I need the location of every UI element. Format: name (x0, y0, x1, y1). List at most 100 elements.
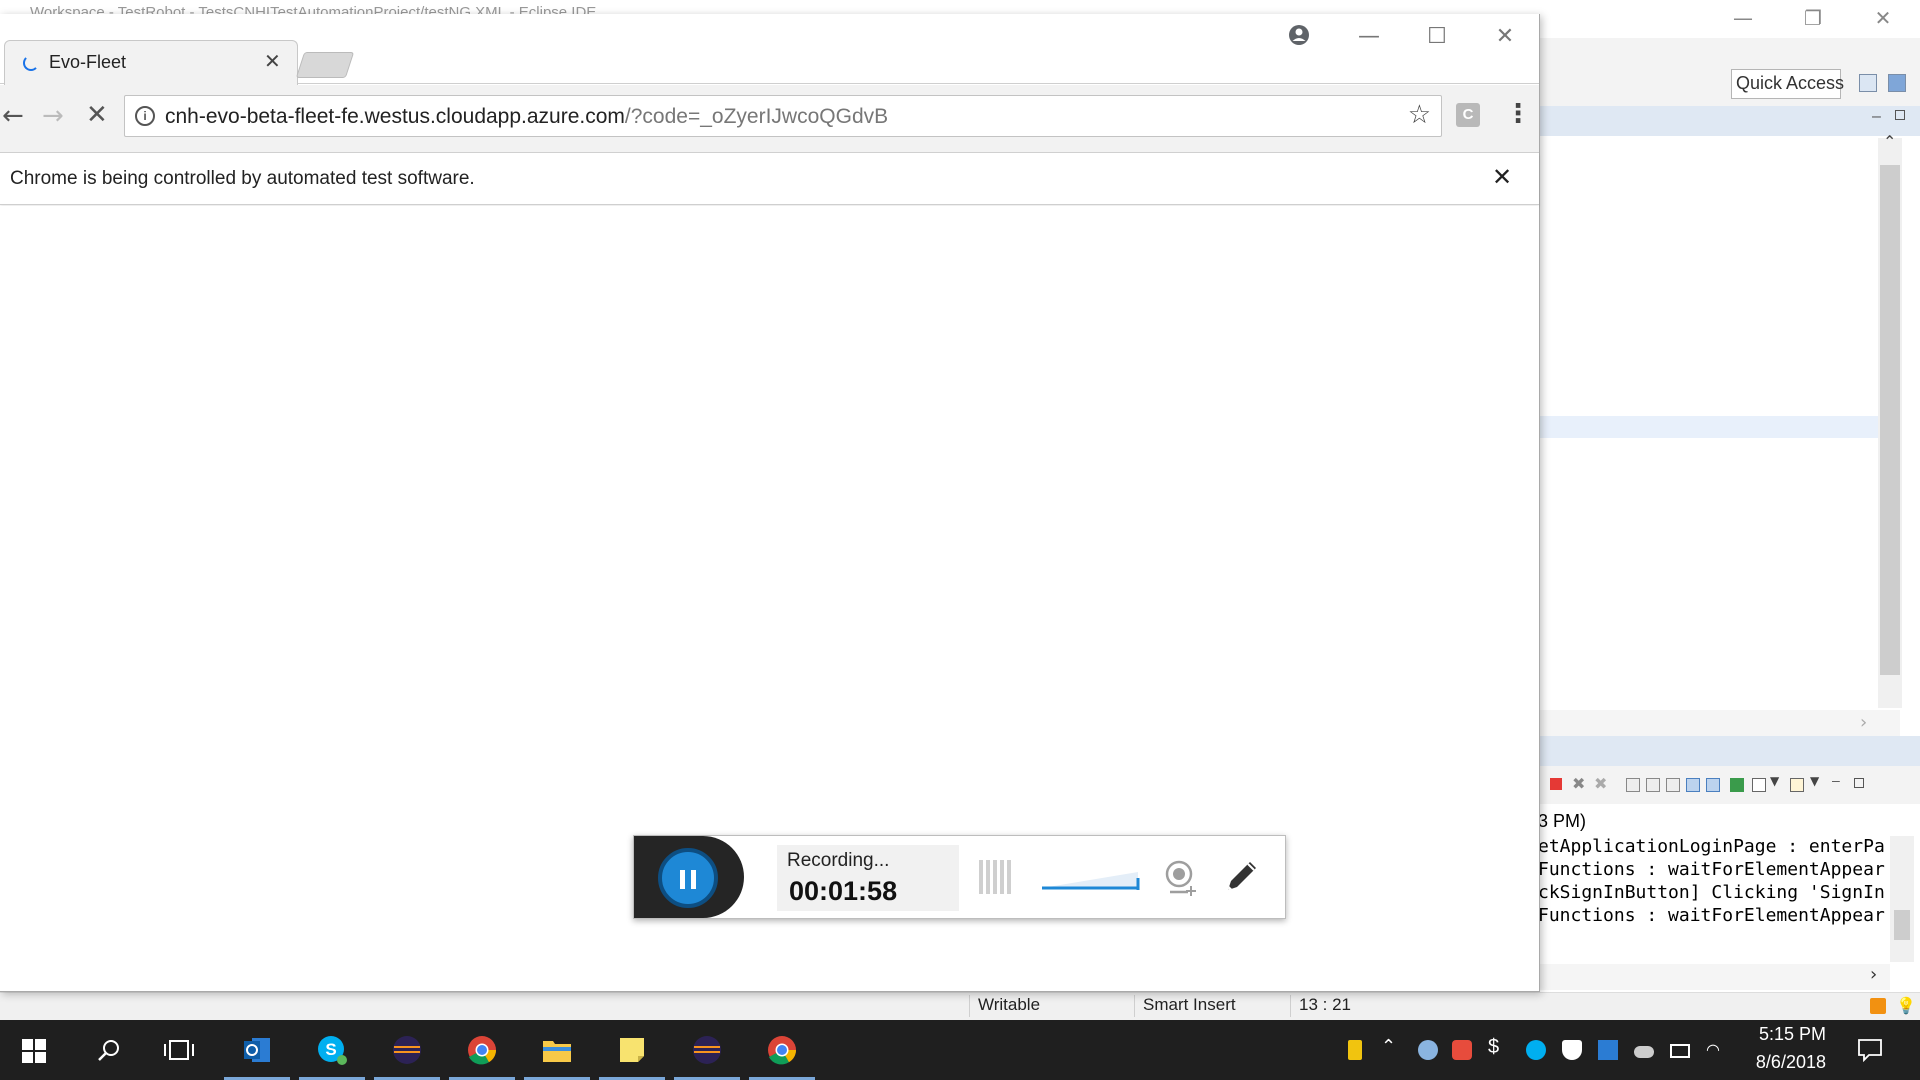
pause-icon (680, 870, 685, 889)
editor-scroll-thumb[interactable] (1880, 165, 1900, 675)
console-line: etApplicationLoginPage : enterPa (1538, 836, 1885, 857)
console-horizontal-scrollbar[interactable]: › (1540, 964, 1890, 990)
recorder-tray-icon[interactable] (1452, 1040, 1472, 1060)
file-explorer-icon (543, 1041, 571, 1062)
recording-label: Recording... (787, 850, 890, 871)
open-perspective-icon[interactable] (1859, 74, 1877, 92)
open-console-icon[interactable] (1790, 778, 1804, 792)
taskbar-skype[interactable]: S (295, 1020, 369, 1080)
profile-icon[interactable] (1288, 24, 1310, 46)
onedrive-icon[interactable] (1634, 1046, 1654, 1058)
address-bar[interactable]: i cnh-evo-beta-fleet-fe.westus.cloudapp.… (124, 95, 1442, 137)
new-tab-button[interactable] (295, 52, 355, 78)
chrome-maximize-button[interactable]: ☐ (1414, 22, 1460, 52)
pause-icon (691, 870, 696, 889)
site-info-icon[interactable]: i (135, 106, 155, 126)
windows-start-icon[interactable] (22, 1039, 46, 1063)
forward-button[interactable]: → (42, 103, 64, 129)
chevron-down-icon[interactable]: ▼ (1810, 774, 1824, 788)
eclipse-restore-button[interactable]: ❐ (1790, 4, 1836, 32)
taskbar-eclipse[interactable] (370, 1020, 444, 1080)
back-button[interactable]: ← (2, 103, 24, 129)
taskbar-clock-time[interactable]: 5:15 PM (1748, 1024, 1826, 1045)
editor-minimize-icon[interactable]: – (1872, 108, 1881, 126)
console-line: Functions : waitForElementAppear (1538, 905, 1885, 926)
remove-all-icon[interactable]: ✖ (1594, 774, 1608, 793)
stop-loading-button[interactable]: ✕ (86, 102, 108, 128)
tab-close-icon[interactable]: ✕ (264, 49, 281, 73)
taskbar-chrome[interactable] (445, 1020, 519, 1080)
scroll-lock-icon[interactable] (1626, 778, 1640, 792)
chrome-tabstrip: Evo-Fleet ✕ — ☐ ✕ (0, 14, 1539, 85)
infobar-close-icon[interactable]: ✕ (1492, 163, 1512, 191)
network-globe-icon[interactable] (1418, 1040, 1438, 1060)
status-insert-mode: Smart Insert (1134, 995, 1290, 1017)
scroll-right-icon[interactable]: › (1860, 712, 1867, 733)
pin-console-icon[interactable] (1730, 778, 1744, 792)
extension-icon[interactable]: C (1456, 103, 1480, 127)
defender-shield-icon[interactable] (1562, 1040, 1582, 1060)
url-text[interactable]: cnh-evo-beta-fleet-fe.westus.cloudapp.az… (165, 105, 888, 129)
console-maximize-icon[interactable] (1854, 778, 1864, 788)
taskbar-sticky-notes[interactable] (595, 1020, 669, 1080)
console-timestamp: 3 PM) (1538, 811, 1587, 831)
pause-button[interactable] (658, 848, 718, 908)
lightbulb-icon[interactable]: 💡 (1896, 996, 1916, 1015)
show-stderr-icon[interactable] (1706, 778, 1720, 792)
battery-icon[interactable] (1670, 1044, 1690, 1058)
terminate-icon[interactable] (1550, 778, 1562, 790)
taskbar-file-explorer[interactable] (520, 1020, 594, 1080)
url-host: cnh-evo-beta-fleet-fe.westus.cloudapp.az… (165, 105, 625, 128)
outlook-tray-icon[interactable] (1598, 1040, 1618, 1060)
automation-infobar: Chrome is being controlled by automated … (0, 153, 1539, 205)
action-center-icon[interactable] (1857, 1038, 1883, 1062)
console-scroll-thumb[interactable] (1894, 910, 1910, 940)
taskbar-clock-date[interactable]: 8/6/2018 (1748, 1052, 1826, 1073)
rss-icon[interactable] (1870, 998, 1886, 1014)
taskbar-chrome-2[interactable] (745, 1020, 819, 1080)
editor-maximize-icon[interactable] (1895, 110, 1905, 120)
display-console-icon[interactable] (1752, 778, 1766, 792)
chrome-close-button[interactable]: ✕ (1482, 22, 1528, 52)
browser-tab[interactable]: Evo-Fleet ✕ (4, 40, 298, 85)
editor-horizontal-scrollbar[interactable]: › (1540, 710, 1900, 738)
bookmark-star-icon[interactable]: ☆ (1408, 100, 1431, 130)
security-shield-icon[interactable] (1348, 1040, 1362, 1060)
search-icon[interactable] (97, 1038, 121, 1062)
dollar-icon[interactable]: $ (1488, 1036, 1508, 1058)
chevron-up-icon[interactable]: ⌃ (1381, 1036, 1401, 1057)
taskbar-outlook[interactable] (220, 1020, 294, 1080)
taskbar-eclipse-2[interactable] (670, 1020, 744, 1080)
eclipse-statusbar (0, 992, 1920, 1020)
chrome-minimize-button[interactable]: — (1346, 22, 1392, 52)
clear-console-icon[interactable] (1666, 778, 1680, 792)
eclipse-minimize-button[interactable]: — (1720, 4, 1766, 32)
word-wrap-icon[interactable] (1646, 778, 1660, 792)
svg-text:S: S (325, 1040, 336, 1059)
chevron-down-icon[interactable]: ▼ (1770, 774, 1784, 788)
skype-tray-icon[interactable] (1526, 1040, 1546, 1060)
pen-icon[interactable] (1222, 856, 1262, 896)
scroll-right-icon[interactable]: › (1870, 964, 1877, 985)
console-minimize-icon[interactable]: – (1832, 772, 1846, 788)
volume-slider[interactable] (1042, 866, 1142, 892)
status-writable: Writable (969, 995, 1134, 1017)
java-perspective-icon[interactable] (1888, 74, 1906, 92)
task-view-icon[interactable] (164, 1039, 194, 1061)
status-cursor-position: 13 : 21 (1290, 995, 1440, 1017)
recorder-control-panel (634, 836, 744, 918)
windows-taskbar: S (0, 1020, 1920, 1080)
show-stdout-icon[interactable] (1686, 778, 1700, 792)
scroll-up-icon[interactable]: ⌃ (1883, 132, 1896, 151)
loading-spinner-icon (23, 55, 39, 71)
wifi-icon[interactable]: ◠ (1706, 1040, 1726, 1060)
chrome-icon (468, 1036, 496, 1065)
eclipse-close-button[interactable]: ✕ (1860, 4, 1906, 32)
remove-launch-icon[interactable]: ✖ (1572, 774, 1586, 793)
webcam-icon[interactable] (1162, 858, 1200, 898)
recording-timer: 00:01:58 (789, 876, 898, 906)
chrome-menu-icon[interactable]: ⋮ (1505, 99, 1531, 129)
quick-access-field[interactable]: Quick Access (1731, 69, 1844, 99)
audio-level-meter (979, 860, 1015, 894)
console-vertical-scrollbar[interactable] (1890, 836, 1914, 962)
